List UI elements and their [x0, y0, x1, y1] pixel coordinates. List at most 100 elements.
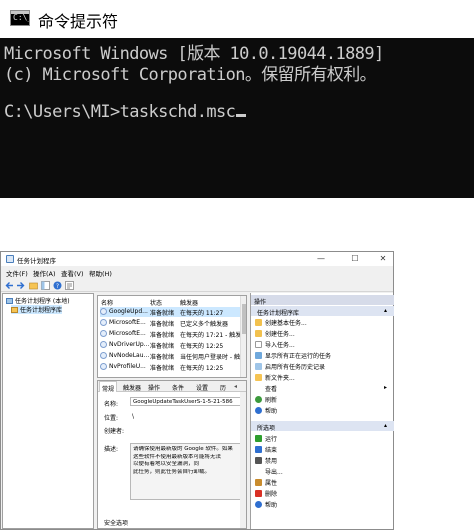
detail-scrollbar[interactable]	[240, 392, 246, 528]
action-label: 运行	[265, 436, 278, 443]
description-label: 描述:	[104, 446, 119, 453]
task-status: 准备就绪	[150, 354, 175, 361]
actions-section-selected[interactable]: 所选项	[251, 421, 394, 432]
folder-icon	[255, 374, 262, 381]
action-create-basic-task[interactable]: 创建基本任务...	[255, 318, 307, 327]
tree-item-local[interactable]: 任务计划程序 (本地)	[6, 296, 70, 305]
tab-actions[interactable]: 操作	[148, 383, 160, 392]
task-icon	[100, 319, 107, 326]
tab-history[interactable]: 历	[220, 383, 226, 392]
menu-bar: 文件(F) 操作(A) 查看(V) 帮助(H)	[1, 267, 393, 278]
menu-view[interactable]: 查看(V)	[61, 268, 84, 278]
task-status: 准备就绪	[150, 310, 175, 317]
action-export[interactable]: 导出...	[255, 467, 283, 476]
menu-help[interactable]: 帮助(H)	[89, 268, 112, 278]
action-properties[interactable]: 属性	[255, 478, 277, 487]
table-row[interactable]: NvProfileU... 准备就绪 在每天的 12:25	[100, 362, 240, 372]
action-create-task[interactable]: 创建任务...	[255, 329, 295, 338]
action-import-task[interactable]: 导入任务...	[255, 340, 295, 349]
task-status: 准备就绪	[150, 343, 175, 350]
action-label: 属性	[265, 480, 278, 487]
scrollbar-thumb[interactable]	[242, 304, 246, 334]
minimize-button[interactable]: —	[311, 253, 331, 265]
location-label: 位置:	[104, 415, 119, 422]
create-task-icon	[255, 330, 262, 337]
action-view[interactable]: 查看	[255, 384, 390, 393]
actions-section-library[interactable]: 任务计划程序库	[251, 306, 394, 317]
show-hide-tree-icon[interactable]	[41, 281, 50, 290]
forward-arrow-icon[interactable]	[16, 281, 25, 290]
table-row[interactable]: MicrosoftE... 准备就绪 在每天的 17:21 - 触发	[100, 329, 241, 339]
running-tasks-icon	[255, 352, 262, 359]
table-row[interactable]: NvNodeLau... 准备就绪 当任何用户登录时 - 触	[100, 351, 240, 361]
description-line: 请确保使用最新版的 Google 软件。如果	[133, 446, 233, 452]
action-help[interactable]: 帮助	[255, 406, 277, 415]
action-run[interactable]: 运行	[255, 434, 277, 443]
collapse-caret-icon[interactable]: ▴	[384, 307, 387, 314]
description-field[interactable]: 请确保使用最新版的 Google 软件。如果 这些软件不使用最新版本可能将无法 …	[130, 443, 242, 500]
tab-triggers[interactable]: 触发器	[123, 383, 141, 392]
collapse-caret-icon[interactable]: ▴	[384, 422, 387, 429]
list-scrollbar[interactable]	[240, 296, 246, 377]
tab-scroll-left-icon[interactable]: ◂	[234, 383, 237, 390]
action-label: 导出...	[265, 469, 283, 476]
action-label: 新文件夹...	[265, 375, 295, 382]
end-icon	[255, 446, 262, 453]
table-row[interactable]: NvDriverUp... 准备就绪 在每天的 12:25	[100, 340, 240, 350]
export-icon	[255, 468, 262, 475]
ts-title-bar[interactable]: 任务计划程序 — ☐ ✕	[1, 252, 393, 266]
name-field[interactable]: GoogleUpdateTaskUserS-1-5-21-586	[130, 397, 242, 406]
column-header-trigger[interactable]: 触发器	[180, 298, 198, 307]
action-label: 创建任务...	[265, 331, 295, 338]
table-row[interactable]: GoogleUpd... 准备就绪 在每天的 11:27	[100, 307, 240, 317]
task-name: MicrosoftE...	[109, 330, 146, 337]
task-status: 准备就绪	[150, 365, 175, 372]
tree-item-library[interactable]: 任务计划程序库	[11, 305, 63, 314]
action-enable-history[interactable]: 启用所有任务历史记录	[255, 362, 325, 371]
action-label: 帮助	[265, 408, 278, 415]
task-name: MicrosoftE...	[109, 319, 146, 326]
task-icon	[100, 330, 107, 337]
task-trigger: 当任何用户登录时 - 触	[180, 354, 240, 361]
task-trigger: 在每天的 12:25	[180, 365, 224, 372]
menu-file[interactable]: 文件(F)	[6, 268, 28, 278]
cmd-title-bar[interactable]: C:\_ 命令提示符	[0, 0, 474, 38]
action-refresh[interactable]: 刷新	[255, 395, 277, 404]
task-icon	[100, 308, 107, 315]
action-help-selected[interactable]: 帮助	[255, 500, 277, 509]
action-label: 导入任务...	[265, 342, 295, 349]
cmd-window-title: 命令提示符	[38, 12, 119, 31]
description-line: 以便有着地以安全漏洞，同	[133, 461, 200, 467]
tab-general[interactable]: 常规	[99, 381, 118, 393]
action-label: 删除	[265, 491, 278, 498]
help-icon	[255, 501, 262, 508]
menu-action[interactable]: 操作(A)	[33, 268, 56, 278]
action-new-folder[interactable]: 新文件夹...	[255, 373, 295, 382]
action-delete[interactable]: 删除	[255, 489, 277, 498]
actions-pane: 操作 任务计划程序库 ▴ 创建基本任务... 创建任务... 导入任务... 显…	[250, 293, 394, 529]
task-icon	[100, 363, 107, 370]
tree-item-label: 任务计划程序 (本地)	[15, 298, 70, 305]
text-cursor	[236, 114, 247, 117]
tab-conditions[interactable]: 条件	[172, 383, 184, 392]
column-header-name[interactable]: 名称	[101, 298, 113, 307]
action-show-running[interactable]: 显示所有正在运行的任务	[255, 351, 331, 360]
tab-settings[interactable]: 设置	[196, 383, 208, 392]
cmd-console[interactable]: Microsoft Windows [版本 10.0.19044.1889] (…	[0, 38, 474, 198]
properties-icon[interactable]	[65, 281, 74, 290]
close-button[interactable]: ✕	[373, 253, 393, 265]
task-scheduler-app-icon	[6, 255, 14, 263]
action-end[interactable]: 结束	[255, 445, 277, 454]
table-row[interactable]: MicrosoftE... 准备就绪 已定义多个触发器	[100, 318, 240, 328]
column-header-status[interactable]: 状态	[150, 298, 162, 307]
create-basic-task-icon	[255, 319, 262, 326]
maximize-button[interactable]: ☐	[345, 253, 365, 265]
help-icon[interactable]: ?	[53, 281, 62, 290]
task-list: 名称 状态 触发器 GoogleUpd... 准备就绪 在每天的 11:27 M…	[97, 295, 247, 378]
back-arrow-icon[interactable]	[5, 281, 14, 290]
navigation-tree: 任务计划程序 (本地) 任务计划程序库	[2, 293, 94, 529]
action-label: 帮助	[265, 502, 278, 509]
console-line: (c) Microsoft Corporation。保留所有权利。	[4, 65, 377, 85]
action-disable[interactable]: 禁用	[255, 456, 277, 465]
up-folder-icon[interactable]	[29, 281, 38, 290]
